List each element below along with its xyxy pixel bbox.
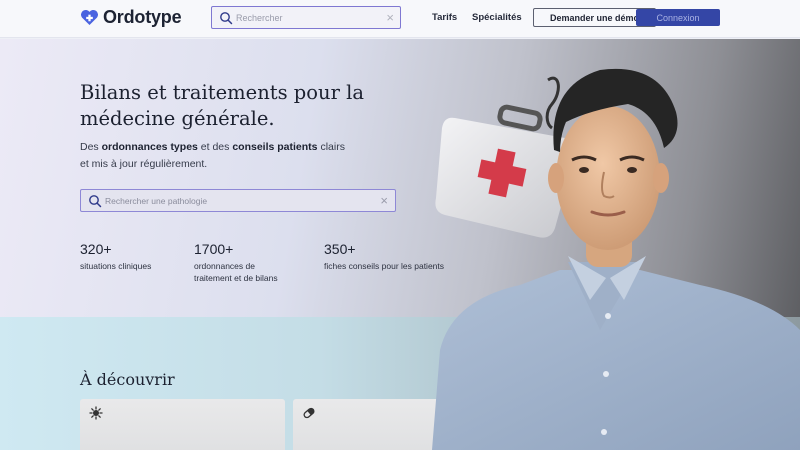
desc-text: et des bbox=[197, 141, 233, 153]
clear-search-icon[interactable]: × bbox=[386, 10, 394, 25]
search-icon bbox=[220, 12, 233, 25]
stat-number: 350+ bbox=[324, 241, 356, 257]
discover-card[interactable] bbox=[293, 399, 453, 450]
login-button[interactable]: Connexion bbox=[636, 9, 720, 26]
search-icon bbox=[89, 195, 102, 208]
nav-link-tarifs[interactable]: Tarifs bbox=[432, 12, 457, 23]
stat-number: 320+ bbox=[80, 241, 112, 257]
hero-title: Bilans et traitements pour la médecine g… bbox=[80, 81, 364, 130]
ordotype-logo[interactable]: Ordotype bbox=[80, 7, 182, 28]
stat-label: ordonnances de traitement et de bilans bbox=[194, 261, 278, 283]
heart-plus-icon bbox=[81, 9, 98, 26]
discover-card[interactable] bbox=[80, 399, 285, 450]
stat-label: fiches conseils pour les patients bbox=[324, 261, 445, 271]
stat-fiches: 350+ fiches conseils pour les patients bbox=[324, 241, 464, 272]
stat-number: 1700+ bbox=[194, 241, 234, 257]
desc-highlight-conseils: conseils patients bbox=[232, 141, 318, 153]
top-nav-bar: Ordotype × Tarifs Spécialités Demander u… bbox=[0, 0, 800, 38]
pathology-search-input[interactable] bbox=[105, 193, 365, 209]
pill-icon bbox=[303, 407, 315, 419]
header-search-input[interactable] bbox=[236, 10, 376, 26]
stat-situations: 320+ situations cliniques bbox=[80, 241, 180, 272]
clear-search-icon[interactable]: × bbox=[380, 193, 388, 208]
header-search-box[interactable]: × bbox=[211, 6, 401, 29]
virus-icon bbox=[89, 406, 103, 420]
stat-label: situations cliniques bbox=[80, 261, 152, 271]
discover-title: À découvrir bbox=[80, 370, 175, 389]
hero-description: Des ordonnances types et des conseils pa… bbox=[80, 139, 350, 173]
pathology-search-box[interactable]: × bbox=[80, 189, 396, 212]
stat-ordonnances: 1700+ ordonnances de traitement et de bi… bbox=[194, 241, 294, 284]
nav-link-specialites[interactable]: Spécialités bbox=[472, 12, 522, 23]
desc-highlight-ordonnances: ordonnances types bbox=[101, 141, 198, 153]
logo-text: Ordotype bbox=[103, 7, 182, 27]
desc-text: Des bbox=[80, 141, 102, 153]
